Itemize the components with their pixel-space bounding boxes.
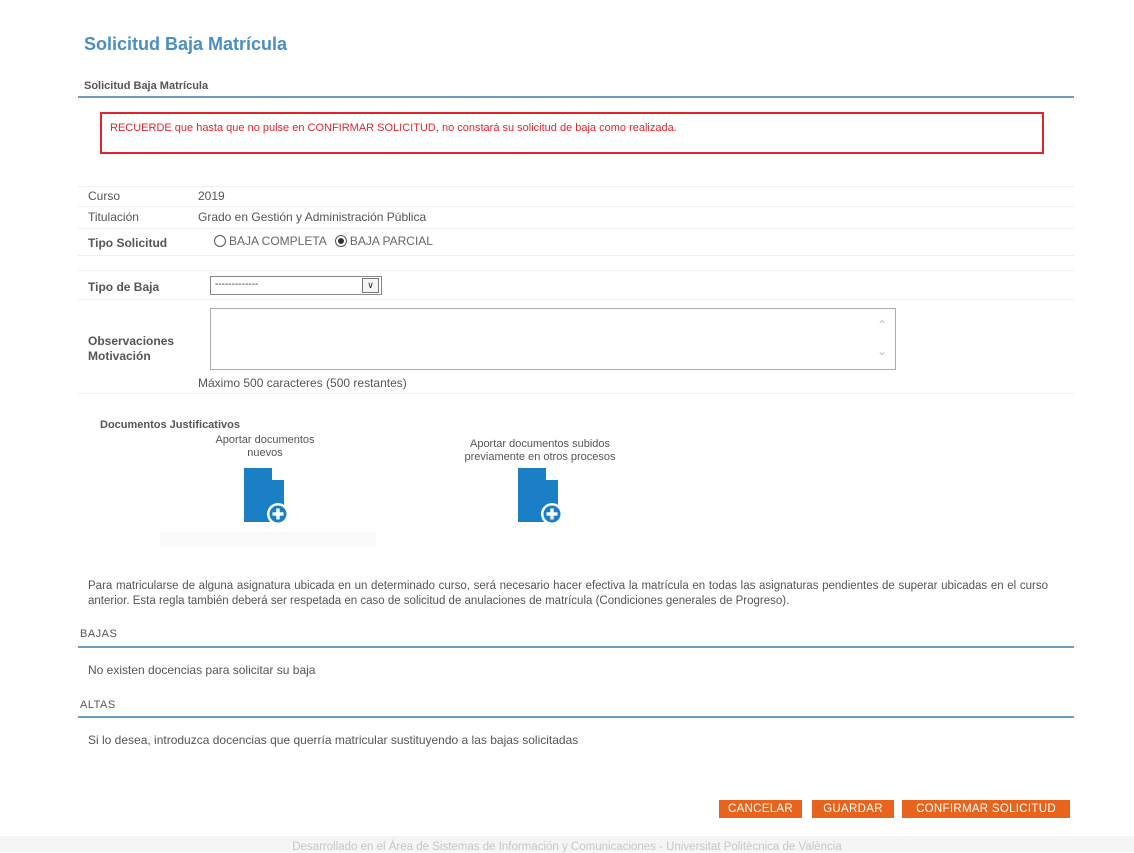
upload-previous-documents-label[interactable]: Aportar documentos subidos previamente e… [430,438,650,464]
upload-new-line1: Aportar documentos [215,434,315,446]
observaciones-label: Observaciones Motivación [88,334,174,364]
divider [78,299,1074,300]
character-counter: Máximo 500 caracteres (500 restantes) [198,376,407,390]
bajas-heading: BAJAS [80,628,118,640]
icon-shadow [160,532,376,546]
section-subtitle: Solicitud Baja Matrícula [84,80,209,92]
progress-rules-text: Para matricularse de alguna asignatura u… [88,580,1048,607]
divider [78,206,1074,207]
document-add-icon[interactable] [242,466,292,526]
divider [78,270,1074,271]
upload-prev-line2: previamente en otros procesos [464,451,616,463]
observaciones-textarea[interactable]: ⌃ ⌄ [210,308,896,370]
radio-baja-parcial[interactable] [334,235,347,247]
divider [78,393,1074,394]
save-button[interactable]: GUARDAR [812,800,894,818]
observaciones-label-line2: Motivación [88,349,151,363]
upload-prev-line1: Aportar documentos subidos [469,438,611,450]
tipo-baja-select[interactable]: ------------- ∨ [210,276,382,295]
tipo-solicitud-radio-group: BAJA COMPLETA BAJA PARCIAL [214,234,441,248]
scroll-up-icon[interactable]: ⌃ [877,319,887,331]
documents-title: Documentos Justificativos [100,419,240,431]
divider [78,646,1074,648]
bajas-text: No existen docencias para solicitar su b… [88,663,316,677]
document-add-icon[interactable] [516,466,566,526]
radio-baja-completa[interactable] [214,235,226,247]
divider [78,96,1074,98]
altas-heading: ALTAS [80,699,116,711]
divider [78,255,1074,256]
scroll-down-icon[interactable]: ⌄ [877,345,887,357]
titulacion-value: Grado en Gestión y Administración Públic… [198,210,427,224]
radio-option-baja-completa[interactable]: BAJA COMPLETA [214,234,327,248]
altas-text: Si lo desea, introduzca docencias que qu… [88,733,579,747]
cancel-button[interactable]: CANCELAR [719,800,802,818]
footer-text: Desarrollado en el Área de Sistemas de I… [292,841,842,853]
notice-text: RECUERDE que hasta que no pulse en CONFI… [110,122,677,134]
upload-new-documents-label[interactable]: Aportar documentos nuevos [190,434,340,460]
titulacion-label: Titulación [88,210,139,224]
radio-option-baja-parcial[interactable]: BAJA PARCIAL [334,234,433,248]
radio-label-baja-completa: BAJA COMPLETA [229,234,327,248]
tipo-baja-label: Tipo de Baja [88,280,160,294]
upload-new-line2: nuevos [247,447,283,459]
tipo-baja-selected-value: ------------- [215,279,259,290]
curso-label: Curso [88,189,121,203]
tipo-solicitud-label: Tipo Solicitud [88,236,168,250]
divider [78,716,1074,718]
curso-value: 2019 [198,189,225,203]
page-title: Solicitud Baja Matrícula [84,34,288,54]
chevron-down-icon[interactable]: ∨ [362,278,379,293]
notice-box: RECUERDE que hasta que no pulse en CONFI… [100,112,1044,154]
confirm-request-button[interactable]: CONFIRMAR SOLICITUD [902,800,1070,818]
divider [78,228,1074,229]
divider [78,186,1074,187]
observaciones-label-line1: Observaciones [88,334,175,348]
radio-label-baja-parcial: BAJA PARCIAL [349,234,433,248]
